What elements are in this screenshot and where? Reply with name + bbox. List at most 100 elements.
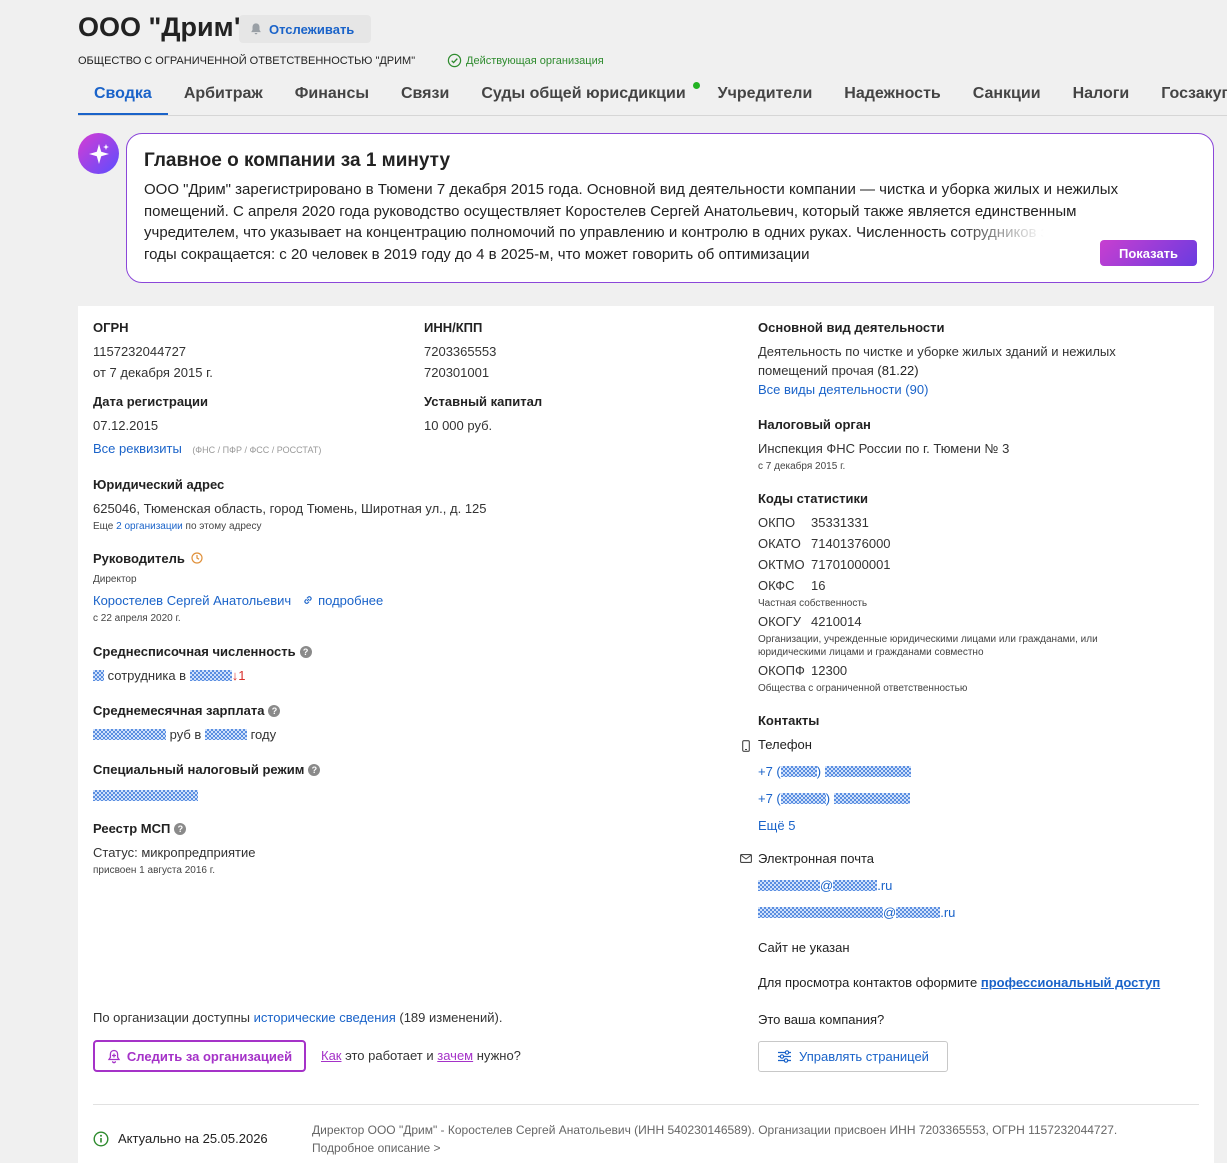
- ogrn-value: 1157232044727: [93, 344, 187, 359]
- how-it-works-row: Как это работает и зачем нужно?: [321, 1048, 521, 1063]
- okogu-note-1: Организации, учрежденные юридическими ли…: [758, 634, 1098, 645]
- phone-prefix: +7 (: [758, 764, 781, 779]
- tab-sanctions[interactable]: Санкции: [957, 78, 1057, 115]
- tab-finance[interactable]: Финансы: [279, 78, 385, 115]
- activity-code: (81.22): [877, 363, 919, 378]
- follow-label: Следить за организацией: [126, 1048, 293, 1064]
- tab-courts[interactable]: Суды общей юрисдикции: [465, 78, 701, 115]
- hidden-value: [780, 793, 826, 804]
- page-title: ООО "Дрим": [78, 12, 247, 42]
- okfs-value: 16: [811, 578, 826, 593]
- salary-label: Среднемесячная зарплата: [93, 703, 265, 718]
- reg-date-label: Дата регистрации: [93, 394, 209, 409]
- phone-icon: [742, 740, 750, 752]
- hidden-value[interactable]: [93, 790, 198, 801]
- hidden-value[interactable]: [189, 670, 232, 681]
- head-details-link[interactable]: подробнее: [318, 593, 383, 608]
- all-requisites-link[interactable]: Все реквизиты: [93, 441, 182, 456]
- email-2[interactable]: @ .ru: [758, 905, 955, 920]
- page-header: ООО "Дрим" Отслеживать ОБЩЕСТВО С ОГРАНИ…: [0, 0, 1227, 118]
- tab-reliability[interactable]: Надежность: [828, 78, 956, 115]
- phone-label: Телефон: [758, 737, 812, 752]
- head-row: Коростелев Сергей Анатольевич подробнее: [93, 592, 383, 610]
- salary-label-row: Среднемесячная зарплата?: [93, 703, 281, 718]
- capital-value: 10 000 руб.: [424, 418, 493, 433]
- check-circle-icon: [447, 53, 462, 68]
- hidden-value[interactable]: [204, 729, 247, 740]
- show-button[interactable]: Показать: [1100, 240, 1197, 266]
- contacts-label: Контакты: [758, 713, 820, 728]
- ogrn-date: от 7 декабря 2015 г.: [93, 365, 213, 380]
- how-link[interactable]: Как: [321, 1048, 342, 1063]
- manage-label: Управлять страницей: [799, 1049, 929, 1064]
- tab-links[interactable]: Связи: [385, 78, 465, 115]
- okogu-value: 4210014: [811, 614, 862, 629]
- hidden-value[interactable]: [93, 729, 166, 740]
- new-indicator-dot: [692, 82, 700, 89]
- head-role: Директор: [93, 574, 137, 585]
- okpo-row: ОКПО 35331331: [758, 515, 869, 530]
- help-icon[interactable]: ?: [268, 705, 281, 717]
- activity-name-end: помещений прочая: [758, 363, 874, 378]
- okato-row: ОКАТО 71401376000: [758, 536, 891, 551]
- phone-1[interactable]: +7 (): [758, 764, 911, 779]
- how-mid: это работает и: [345, 1048, 434, 1063]
- tab-courts-label: Суды общей юрисдикции: [481, 85, 686, 102]
- phone-2[interactable]: +7 (): [758, 791, 910, 806]
- status-text: Действующая организация: [466, 54, 604, 67]
- help-icon[interactable]: ?: [299, 646, 312, 658]
- pro-access-link[interactable]: профессиональный доступ: [981, 975, 1160, 990]
- kpp-value: 720301001: [424, 365, 490, 380]
- email-1[interactable]: @ .ru: [758, 878, 892, 893]
- head-name-link[interactable]: Коростелев Сергей Анатольевич: [93, 593, 291, 608]
- inn-kpp-label: ИНН/КПП: [424, 320, 483, 335]
- salary-value: руб в году: [93, 727, 276, 742]
- hidden-value: [758, 880, 820, 891]
- why-link[interactable]: зачем: [437, 1048, 473, 1063]
- head-label: Руководитель: [93, 551, 185, 566]
- ogrn-label: ОГРН: [93, 320, 129, 335]
- oktmo-value: 71701000001: [811, 557, 891, 572]
- activity-label: Основной вид деятельности: [758, 320, 945, 335]
- help-icon[interactable]: ?: [308, 764, 321, 776]
- phone-close: ): [825, 791, 831, 806]
- tab-arbitration[interactable]: Арбитраж: [168, 78, 279, 115]
- tax-authority-since: с 7 декабря 2015 г.: [758, 461, 846, 472]
- company-full-name: ОБЩЕСТВО С ОГРАНИЧЕННОЙ ОТВЕТСТВЕННОСТЬЮ…: [78, 55, 416, 67]
- okpo-key: ОКПО: [758, 515, 796, 530]
- ai-summary-title: Главное о компании за 1 минуту: [144, 150, 451, 171]
- tab-taxes[interactable]: Налоги: [1057, 78, 1146, 115]
- follow-organization-button[interactable]: Следить за организацией: [93, 1040, 306, 1072]
- hidden-value: [758, 907, 883, 918]
- ai-summary-card: Главное о компании за 1 минуту ООО "Дрим…: [126, 133, 1214, 283]
- phone-prefix: +7 (: [758, 791, 781, 806]
- staff-mid: сотрудника в: [107, 668, 187, 683]
- head-since: с 22 апреля 2020 г.: [93, 613, 181, 624]
- manage-page-button[interactable]: Управлять страницей: [758, 1041, 948, 1072]
- okfs-key: ОКФС: [758, 578, 795, 593]
- hidden-value: [896, 907, 941, 918]
- okato-value: 71401376000: [811, 536, 891, 551]
- more-phones-link[interactable]: Ещё 5: [758, 818, 795, 833]
- staff-label-row: Среднесписочная численность?: [93, 644, 312, 659]
- history-link[interactable]: исторические сведения: [254, 1010, 396, 1025]
- all-activities-link[interactable]: Все виды деятельности (90): [758, 382, 928, 397]
- okopf-note: Общества с ограниченной ответственностью: [758, 683, 968, 694]
- tab-founders[interactable]: Учредители: [702, 78, 829, 115]
- hidden-value[interactable]: [93, 670, 104, 681]
- track-label: Отслеживать: [269, 21, 355, 37]
- same-address-link[interactable]: 2 организации: [116, 521, 183, 532]
- address-value: 625046, Тюменская область, город Тюмень,…: [93, 501, 487, 516]
- status-badge: Действующая организация: [447, 53, 604, 68]
- tab-procurement[interactable]: Госзакупки: [1145, 78, 1227, 115]
- salary-end: году: [250, 727, 277, 742]
- clock-icon[interactable]: [191, 552, 204, 564]
- help-icon[interactable]: ?: [174, 823, 187, 835]
- email-at: @: [883, 905, 897, 920]
- site-status: Сайт не указан: [758, 940, 850, 955]
- tab-summary[interactable]: Сводка: [78, 78, 168, 115]
- track-button[interactable]: Отслеживать: [239, 15, 371, 43]
- msp-status: Статус: микропредприятие: [93, 845, 256, 860]
- history-prefix: По организации доступны: [93, 1010, 251, 1025]
- detailed-description-link[interactable]: Подробное описание >: [312, 1141, 440, 1155]
